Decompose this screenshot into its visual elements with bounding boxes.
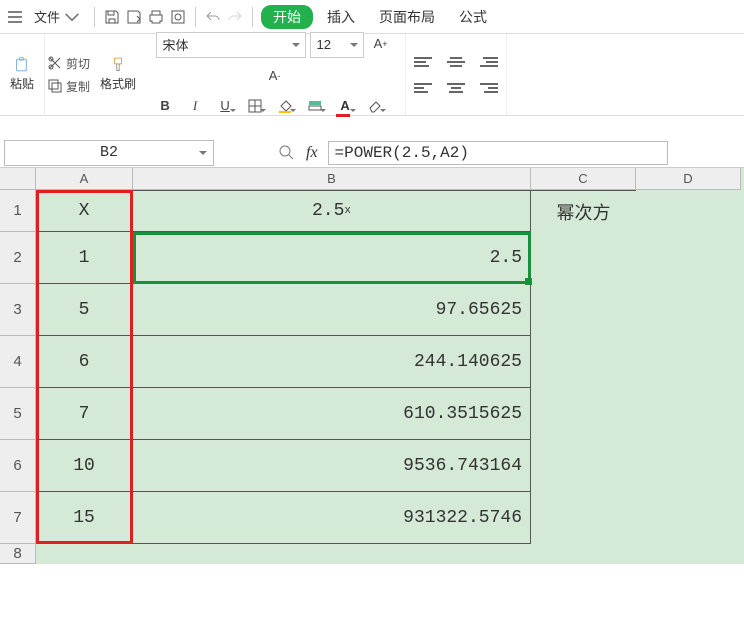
border-button[interactable] (242, 94, 268, 118)
file-menu[interactable]: 文件 (28, 5, 86, 28)
copy-icon (47, 78, 63, 94)
border-icon (247, 98, 263, 114)
clipboard-icon (14, 57, 30, 73)
cell[interactable]: 幂次方 (531, 190, 636, 232)
font-color-button[interactable]: A (332, 94, 358, 118)
cell-style-button[interactable] (302, 94, 328, 118)
col-header-b[interactable]: B (133, 168, 531, 190)
cell[interactable]: 6 (36, 336, 133, 388)
cell[interactable]: X (36, 190, 133, 232)
saveas-icon[interactable] (125, 8, 143, 26)
col-header-d[interactable]: D (636, 168, 741, 190)
decrease-font-button[interactable]: A- (262, 64, 288, 88)
cell[interactable] (636, 232, 741, 284)
cell[interactable] (636, 336, 741, 388)
cut-button[interactable]: 剪切 (47, 55, 90, 72)
row-header[interactable]: 8 (0, 544, 36, 564)
formula-input[interactable]: =POWER(2.5,A2) (328, 141, 668, 165)
row-header[interactable]: 1 (0, 190, 36, 232)
underline-button[interactable]: U (212, 94, 238, 118)
cell[interactable]: 244.140625 (133, 336, 531, 388)
clear-format-button[interactable] (362, 94, 388, 118)
increase-font-button[interactable]: A+ (368, 32, 394, 56)
row-header[interactable]: 7 (0, 492, 36, 544)
cell[interactable] (636, 492, 741, 544)
cell-selected[interactable]: 2.5 (133, 232, 531, 284)
cell[interactable]: 931322.5746 (133, 492, 531, 544)
row-header[interactable]: 5 (0, 388, 36, 440)
cell[interactable] (531, 492, 636, 544)
align-top-button[interactable] (414, 52, 438, 72)
eraser-icon (367, 98, 383, 114)
paste-button[interactable]: 粘贴 (10, 57, 34, 92)
name-box[interactable]: B2 (4, 140, 214, 166)
cell[interactable] (636, 190, 741, 232)
cell[interactable]: 9536.743164 (133, 440, 531, 492)
undo-icon[interactable] (204, 8, 222, 26)
row-header[interactable]: 2 (0, 232, 36, 284)
cell[interactable] (531, 440, 636, 492)
cell[interactable]: 2.5x (133, 190, 531, 232)
select-all-corner[interactable] (0, 168, 36, 190)
zoom-icon[interactable] (278, 144, 296, 162)
font-size-select[interactable]: 12 (310, 32, 364, 58)
cell[interactable]: 1 (36, 232, 133, 284)
cell[interactable] (636, 388, 741, 440)
spreadsheet-grid[interactable]: A B C D 1 X 2.5x 幂次方 2 1 2.5 3 5 97.6562… (0, 168, 744, 564)
tab-insert[interactable]: 插入 (317, 5, 365, 29)
font-name-select[interactable]: 宋体 (156, 32, 306, 58)
align-center-button[interactable] (444, 78, 468, 98)
bold-button[interactable]: B (152, 94, 178, 118)
save-icon[interactable] (103, 8, 121, 26)
file-label: 文件 (34, 7, 60, 26)
fill-color-button[interactable] (272, 94, 298, 118)
redo-icon[interactable] (226, 8, 244, 26)
cell[interactable] (531, 388, 636, 440)
row-header[interactable]: 3 (0, 284, 36, 336)
cell[interactable] (531, 284, 636, 336)
cell[interactable]: 7 (36, 388, 133, 440)
row-header[interactable]: 4 (0, 336, 36, 388)
tab-layout[interactable]: 页面布局 (369, 5, 445, 29)
paste-label: 粘贴 (10, 75, 34, 92)
brush-icon (110, 57, 126, 73)
cell[interactable]: 10 (36, 440, 133, 492)
italic-button[interactable]: I (182, 94, 208, 118)
row-header[interactable]: 6 (0, 440, 36, 492)
cell[interactable] (531, 336, 636, 388)
align-right-button[interactable] (474, 78, 498, 98)
cell-icon (307, 98, 323, 114)
copy-button[interactable]: 复制 (47, 78, 90, 95)
align-middle-button[interactable] (444, 52, 468, 72)
col-header-c[interactable]: C (531, 168, 636, 190)
bucket-icon (277, 98, 293, 114)
cell[interactable]: 610.3515625 (133, 388, 531, 440)
tab-formula[interactable]: 公式 (449, 5, 497, 29)
cell[interactable]: 5 (36, 284, 133, 336)
cell[interactable]: 97.65625 (133, 284, 531, 336)
format-brush-button[interactable]: 格式刷 (92, 34, 144, 115)
cell[interactable] (531, 232, 636, 284)
fx-label[interactable]: fx (306, 144, 318, 162)
print-icon[interactable] (147, 8, 165, 26)
scissors-icon (47, 55, 63, 71)
cell[interactable] (636, 284, 741, 336)
align-left-button[interactable] (414, 78, 438, 98)
tab-start[interactable]: 开始 (261, 5, 313, 29)
col-header-a[interactable]: A (36, 168, 133, 190)
align-bottom-button[interactable] (474, 52, 498, 72)
preview-icon[interactable] (169, 8, 187, 26)
cell[interactable]: 15 (36, 492, 133, 544)
cell[interactable] (636, 440, 741, 492)
menu-icon[interactable] (6, 8, 24, 26)
